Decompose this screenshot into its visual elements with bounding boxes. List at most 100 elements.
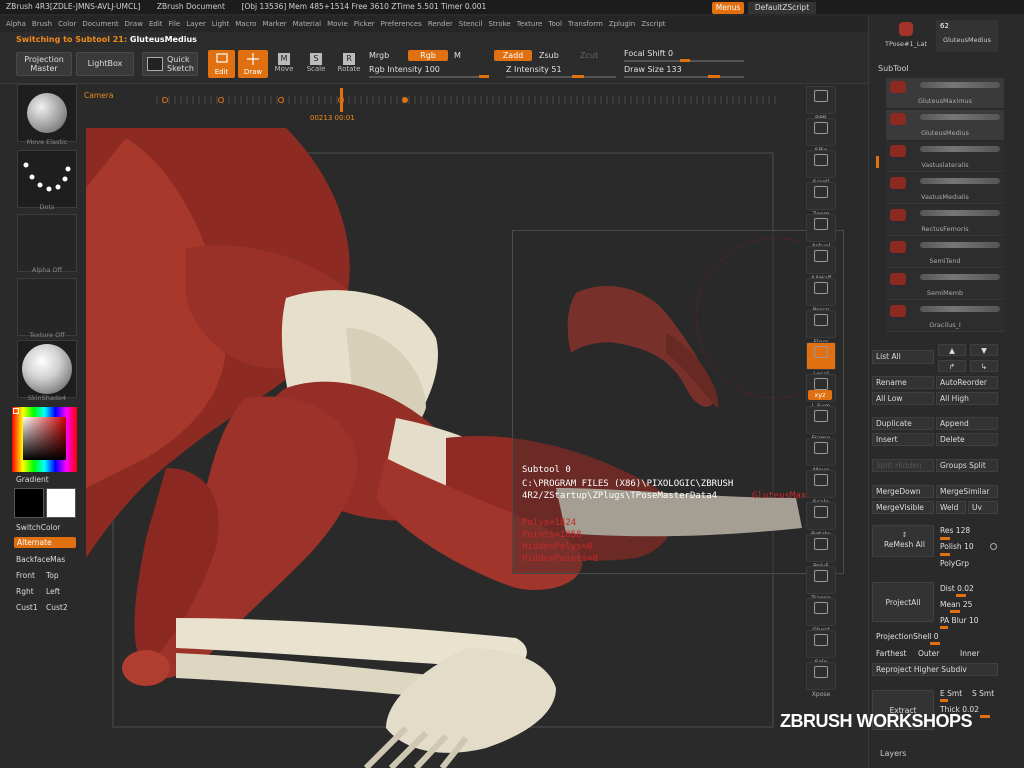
farthest-toggle[interactable]: Farthest	[876, 649, 906, 658]
duplicate-button[interactable]: Duplicate	[872, 417, 934, 430]
zadd-toggle[interactable]: Zadd	[494, 50, 532, 61]
menu-item-stroke[interactable]: Stroke	[488, 16, 510, 32]
mergevisible-button[interactable]: MergeVisible	[872, 501, 934, 514]
menu-item-zscript[interactable]: Zscript	[641, 16, 665, 32]
timeline-keyframe-icon[interactable]	[278, 97, 284, 103]
menus-button[interactable]: Menus	[712, 2, 744, 14]
subtool-visibility-toggles[interactable]	[920, 82, 1000, 88]
shelf-spix-button[interactable]: SPix	[806, 118, 836, 154]
timeline-keyframe-icon[interactable]	[162, 97, 168, 103]
draw-mode-button[interactable]: Draw	[238, 50, 268, 78]
subtool-visibility-toggles[interactable]	[920, 306, 1000, 312]
brush-thumbnail[interactable]	[17, 84, 77, 142]
color-picker-square[interactable]	[23, 417, 66, 460]
subtool-item[interactable]: GluteusMaximus	[886, 78, 1004, 108]
menu-item-brush[interactable]: Brush	[32, 16, 52, 32]
menu-item-draw[interactable]: Draw	[125, 16, 143, 32]
all-low-button[interactable]: All Low	[872, 392, 934, 405]
subtool-item[interactable]: SemiTend	[886, 238, 1004, 268]
material-thumbnail[interactable]	[17, 340, 77, 398]
insert-button[interactable]: Insert	[872, 433, 934, 446]
shelf-scale-button[interactable]: Scale	[806, 470, 836, 506]
remesh-all-button[interactable]: ↕ ReMesh All	[872, 525, 934, 557]
subtool-list[interactable]: GluteusMaximus GluteusMedius Vastuslateral…	[868, 76, 1024, 342]
menu-item-preferences[interactable]: Preferences	[381, 16, 422, 32]
shelf-bpr-button[interactable]: BPR	[806, 86, 836, 122]
focal-shift-slider[interactable]: Focal Shift 0	[624, 49, 673, 58]
shelf-aahalf-button[interactable]: AAHalf	[806, 246, 836, 282]
res-slider[interactable]: Res 128	[940, 526, 970, 535]
menu-item-picker[interactable]: Picker	[354, 16, 375, 32]
timeline-track[interactable]	[156, 96, 776, 104]
draw-size-track[interactable]	[624, 76, 744, 78]
default-zscript-button[interactable]: DefaultZScript	[748, 2, 816, 14]
layers-header[interactable]: Layers	[880, 749, 906, 758]
timeline-keyframe-icon[interactable]	[402, 97, 408, 103]
subtool-item[interactable]: VastusMedialis	[886, 174, 1004, 204]
timeline-keyframe-icon[interactable]	[218, 97, 224, 103]
list-all-button[interactable]: List All	[872, 350, 934, 364]
menu-item-color[interactable]: Color	[58, 16, 76, 32]
color-picker[interactable]	[12, 407, 77, 472]
zsub-toggle[interactable]: Zsub	[539, 51, 559, 60]
rgb-toggle[interactable]: Rgb	[408, 50, 448, 61]
menu-item-light[interactable]: Light	[212, 16, 229, 32]
projectall-button[interactable]: ProjectAll	[872, 582, 934, 622]
uv-button[interactable]: Uv	[968, 501, 998, 514]
shelf-floor-button[interactable]: Floor	[806, 310, 836, 346]
menu-item-document[interactable]: Document	[82, 16, 118, 32]
shelf-scroll-button[interactable]: Scroll	[806, 150, 836, 186]
rgb-intensity-track[interactable]	[369, 76, 489, 78]
dist-slider[interactable]: Dist 0.02	[940, 584, 974, 593]
cust1-view-button[interactable]: Cust1	[16, 603, 38, 612]
lightbox-button[interactable]: LightBox	[76, 52, 134, 76]
mrgb-toggle[interactable]: Mrgb	[369, 51, 389, 60]
quick-sketch-button[interactable]: Quick Sketch	[142, 52, 198, 76]
subtool-scroll-handle[interactable]	[876, 156, 879, 168]
cust2-view-button[interactable]: Cust2	[46, 603, 68, 612]
move-mode-button[interactable]: M Move	[272, 52, 296, 78]
shelf-frame-button[interactable]: Frame	[806, 406, 836, 442]
outer-toggle[interactable]: Outer	[918, 649, 939, 658]
menu-item-macro[interactable]: Macro	[235, 16, 256, 32]
right-view-button[interactable]: Rght	[16, 587, 34, 596]
subtool-item[interactable]: GluteusMedius	[886, 110, 1004, 140]
delete-button[interactable]: Delete	[936, 433, 998, 446]
subtool-item[interactable]: Gracilus_I	[886, 302, 1004, 332]
stroke-thumbnail[interactable]	[17, 150, 77, 208]
shelf-zoom-button[interactable]: Zoom	[806, 182, 836, 218]
top-view-button[interactable]: Top	[46, 571, 59, 580]
draw-size-slider[interactable]: Draw Size 133	[624, 65, 682, 74]
menu-item-stencil[interactable]: Stencil	[459, 16, 483, 32]
subtool-item[interactable]: Vastuslateralis	[886, 142, 1004, 172]
alternate-toggle[interactable]: Alternate	[14, 537, 76, 548]
shelf-move-button[interactable]: Move	[806, 438, 836, 474]
subtool-visibility-toggles[interactable]	[920, 210, 1000, 216]
rotate-mode-button[interactable]: R Rotate	[336, 52, 362, 78]
shelf-actual-button[interactable]: Actual	[806, 214, 836, 250]
rename-button[interactable]: Rename	[872, 376, 934, 389]
scale-mode-button[interactable]: S Scale	[304, 52, 328, 78]
subtool-header[interactable]: SubTool	[878, 64, 909, 73]
alpha-thumbnail[interactable]	[17, 214, 77, 272]
timeline-playhead[interactable]	[340, 88, 343, 112]
e-smt-slider[interactable]: E Smt	[940, 689, 962, 698]
mergedown-button[interactable]: MergeDown	[872, 485, 934, 498]
menu-item-movie[interactable]: Movie	[327, 16, 348, 32]
subtool-visibility-toggles[interactable]	[920, 274, 1000, 280]
shelf-ghost-button[interactable]: Ghost	[806, 598, 836, 634]
shelf-persp-button[interactable]: Persp	[806, 278, 836, 314]
subtool-item[interactable]: SemiMemb	[886, 270, 1004, 300]
subtool-visibility-toggles[interactable]	[920, 178, 1000, 184]
menu-item-marker[interactable]: Marker	[262, 16, 286, 32]
projectionshell-slider[interactable]: ProjectionShell 0	[876, 632, 939, 641]
shelf-solo-button[interactable]: Solo	[806, 630, 836, 666]
arrow-up-right-icon[interactable]: ↱	[938, 360, 966, 372]
m-toggle[interactable]: M	[454, 51, 461, 60]
z-intensity-slider[interactable]: Z Intensity 51	[506, 65, 562, 74]
left-view-button[interactable]: Left	[46, 587, 60, 596]
main-color-swatch[interactable]	[14, 488, 44, 518]
move-down-button[interactable]: ▼	[970, 344, 998, 356]
weld-button[interactable]: Weld	[936, 501, 966, 514]
polish-toggle-icon[interactable]	[990, 543, 997, 550]
